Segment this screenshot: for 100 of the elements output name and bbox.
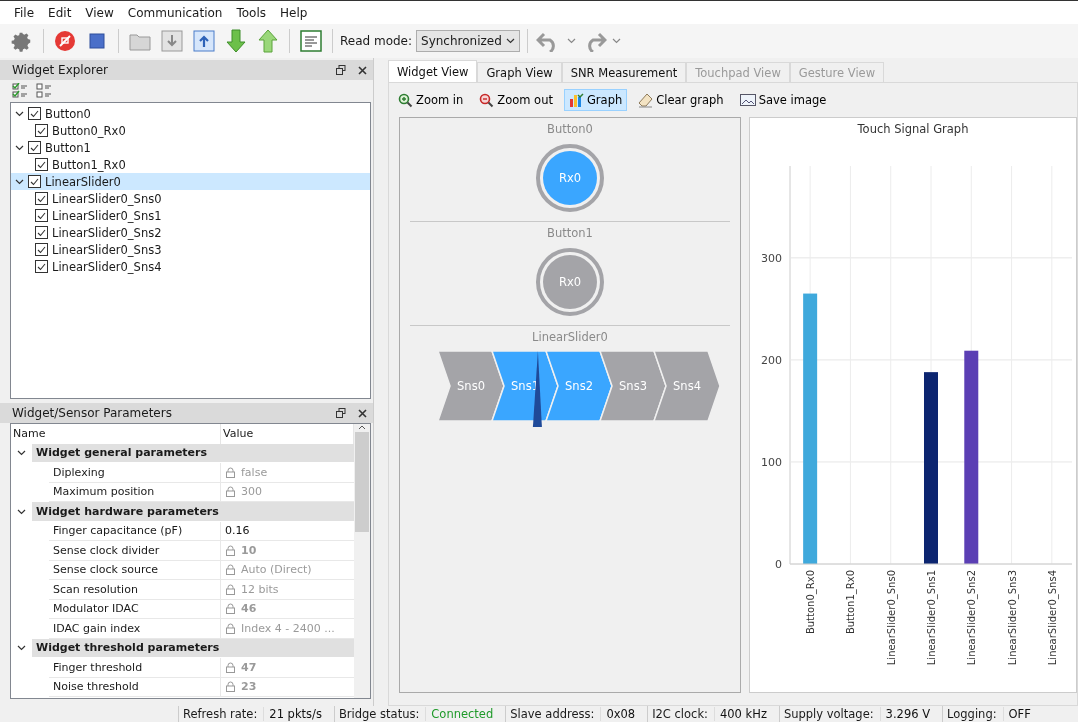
lock-icon: [225, 544, 236, 556]
menu-item[interactable]: View: [79, 3, 120, 22]
toolbar-button[interactable]: Zoom in: [393, 89, 469, 111]
tree-item-label: LinearSlider0_Sns4: [52, 259, 162, 274]
expand-toggle-icon[interactable]: [15, 144, 24, 151]
upload-icon[interactable]: [190, 27, 218, 55]
checkbox[interactable]: [35, 243, 48, 256]
parameter-name: Modulator IDAC: [49, 599, 221, 619]
uncheck-all-icon[interactable]: [36, 83, 52, 99]
category-label: LinearSlider0_Sns2: [966, 570, 978, 666]
checkbox[interactable]: [35, 192, 48, 205]
status-label: Logging:: [947, 707, 1004, 721]
category-label: Button0_Rx0: [805, 570, 817, 635]
scroll-up-icon[interactable]: [358, 424, 366, 430]
status-value: 400 kHz: [719, 707, 767, 721]
lock-icon: [225, 603, 236, 615]
expand-toggle-icon[interactable]: [15, 110, 24, 117]
check-all-icon[interactable]: [12, 83, 28, 99]
read-mode-select[interactable]: Synchronized: [416, 30, 521, 52]
category-label: LinearSlider0_Sns3: [1006, 570, 1018, 666]
category-label: LinearSlider0_Sns4: [1046, 570, 1058, 666]
caret-icon: [506, 38, 516, 44]
tree-item[interactable]: LinearSlider0_Sns1: [11, 207, 370, 224]
parameter-name: Sense clock divider: [49, 541, 221, 561]
caret-icon: [17, 508, 26, 515]
expand-toggle-icon[interactable]: [15, 178, 24, 185]
checkbox[interactable]: [35, 260, 48, 273]
caret-icon: [17, 645, 26, 652]
tree-item-label: LinearSlider0_Sns0: [52, 191, 162, 206]
lock-icon: [225, 466, 236, 478]
checkbox[interactable]: [35, 226, 48, 239]
scrollbar[interactable]: [354, 424, 370, 698]
document-icon[interactable]: [297, 27, 325, 55]
tree-item[interactable]: Button0: [11, 105, 370, 122]
slider-segment: Sns0: [436, 351, 505, 422]
widget-title: Button0: [547, 122, 593, 136]
menu-item[interactable]: Communication: [121, 3, 229, 22]
panel-title: Widget/Sensor Parameters: [12, 406, 172, 420]
checkbox[interactable]: [35, 124, 48, 137]
category-label: LinearSlider0_Sns1: [926, 570, 937, 666]
tree-item[interactable]: LinearSlider0: [11, 173, 370, 190]
checkbox[interactable]: [28, 107, 41, 120]
close-icon[interactable]: [358, 408, 367, 418]
eraser-icon: [638, 92, 654, 108]
checkbox[interactable]: [35, 158, 48, 171]
tree-item[interactable]: Button0_Rx0: [11, 122, 370, 139]
float-icon[interactable]: [336, 408, 346, 418]
tree-item[interactable]: LinearSlider0_Sns2: [11, 224, 370, 241]
close-icon[interactable]: [358, 65, 367, 75]
category-label: LinearSlider0_Sns0: [885, 570, 897, 666]
checkbox[interactable]: [28, 175, 41, 188]
parameter-name: Diplexing: [49, 463, 221, 483]
tree-item[interactable]: LinearSlider0_Sns0: [11, 190, 370, 207]
tree-item[interactable]: LinearSlider0_Sns4: [11, 258, 370, 275]
tab[interactable]: SNR Measurement: [561, 62, 687, 82]
tree-item[interactable]: Button1_Rx0: [11, 156, 370, 173]
toolbar-button[interactable]: Clear graph: [633, 89, 729, 111]
download-icon[interactable]: [158, 27, 186, 55]
tree-item[interactable]: LinearSlider0_Sns3: [11, 241, 370, 258]
menu-item[interactable]: Help: [274, 3, 314, 22]
parameter-name: IDAC gain index: [49, 619, 221, 639]
lock-icon: [225, 564, 236, 576]
tab[interactable]: Widget View: [388, 60, 478, 82]
slider-segment: Sns4: [652, 351, 721, 422]
lock-icon: [225, 583, 236, 595]
y-tick-label: 100: [761, 455, 782, 469]
toolbar-button[interactable]: Zoom out: [474, 89, 558, 111]
column-header: Name: [11, 424, 221, 444]
toolbar-button[interactable]: Save image: [734, 89, 832, 111]
slider-segment: Sns2: [544, 351, 613, 422]
chart-title: Touch Signal Graph: [857, 122, 969, 136]
bar-chart-icon: [568, 92, 584, 108]
menu-item[interactable]: Tools: [230, 3, 272, 22]
caret-icon: [612, 38, 622, 44]
menu-item[interactable]: Edit: [42, 3, 78, 22]
slider-segment: Sns3: [598, 351, 667, 422]
checkbox[interactable]: [28, 141, 41, 154]
status-label: I2C clock:: [652, 707, 715, 721]
caret-icon: [15, 110, 24, 117]
float-icon[interactable]: [336, 65, 346, 75]
tree-item-label: Button1: [45, 140, 91, 155]
menu-item[interactable]: File: [8, 3, 41, 22]
parameter-name: Scan resolution: [49, 580, 221, 600]
tree-item[interactable]: Button1: [11, 139, 370, 156]
status-value: Connected: [431, 707, 494, 721]
image-icon: [739, 93, 756, 107]
checkbox[interactable]: [35, 209, 48, 222]
group-header: Widget threshold parameters: [32, 638, 354, 657]
toolbar-button[interactable]: Graph: [563, 89, 628, 111]
category-label: Button1_Rx0: [845, 570, 857, 635]
parameter-name: Sense clock source: [49, 560, 221, 580]
tab[interactable]: Graph View: [477, 62, 562, 82]
caret-icon: [15, 178, 24, 185]
lock-icon: [225, 681, 236, 693]
y-tick-label: 200: [761, 353, 782, 367]
read-mode-label: Read mode:: [340, 34, 413, 48]
status-label: Supply voltage:: [783, 707, 881, 721]
lock-icon: [225, 661, 236, 673]
tree-item-label: Button0_Rx0: [52, 123, 126, 138]
status-label: Refresh rate:: [183, 707, 265, 721]
